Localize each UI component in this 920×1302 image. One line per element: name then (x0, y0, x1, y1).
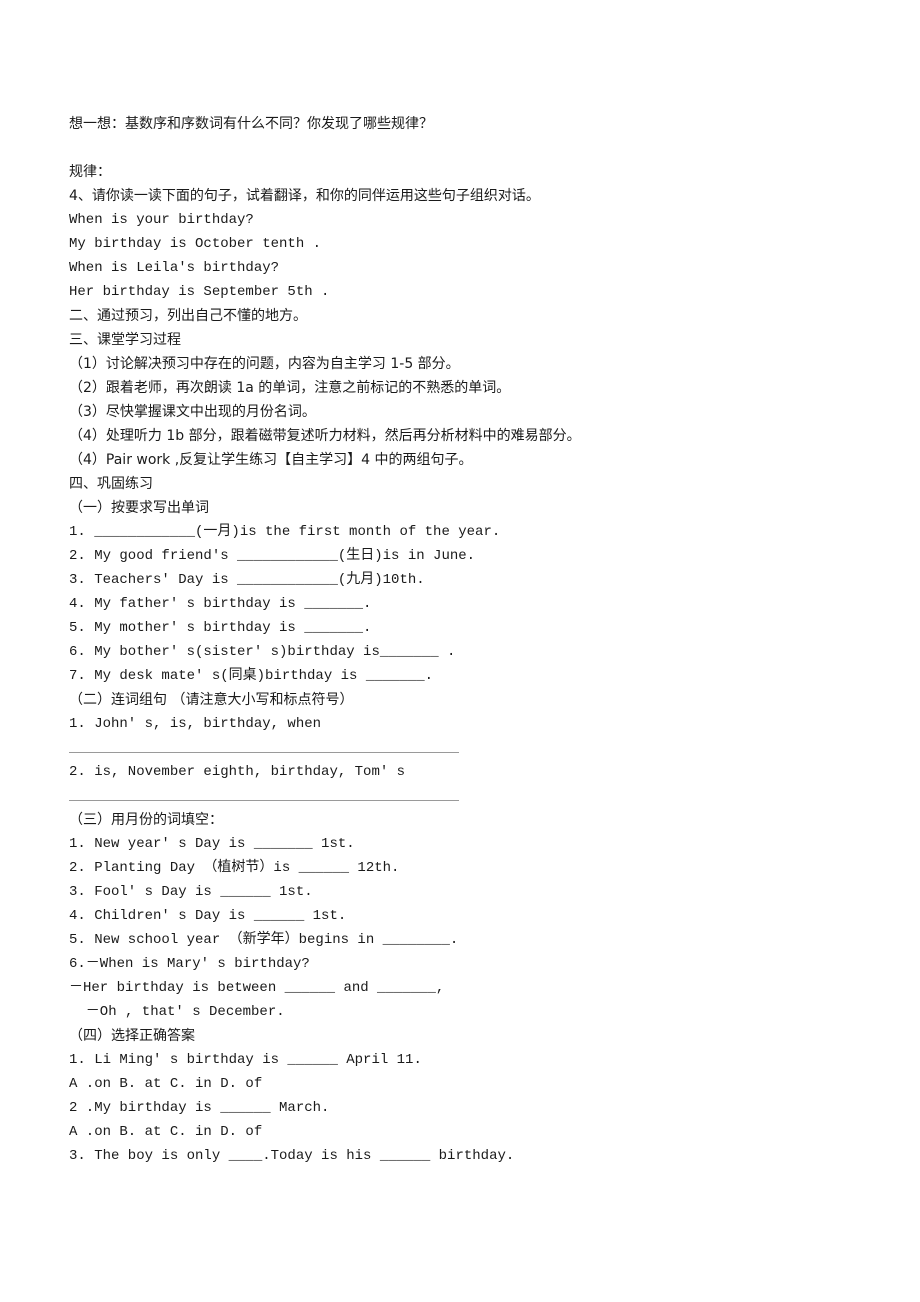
dialog-sentence: My birthday is October tenth . (69, 236, 322, 252)
exercise-item: 2. Planting Day （植树节）is ______ 12th. (69, 860, 400, 876)
exercise-item: 2. My good friend's ____________(生日)is i… (69, 548, 476, 564)
section4-heading: 四、巩固练习 (69, 476, 153, 492)
exercise-item: 2. is, November eighth, birthday, Tom' s (69, 764, 406, 780)
section2-heading: 二、通过预习，列出自己不懂的地方。 (69, 308, 307, 324)
part4-heading: （四）选择正确答案 (69, 1028, 195, 1044)
step-item: （2）跟着老师，再次朗读 1a 的单词，注意之前标记的不熟悉的单词。 (69, 380, 511, 396)
step-item: （1）讨论解决预习中存在的问题，内容为自主学习 1-5 部分。 (69, 356, 460, 372)
think-prompt: 想一想：基数序和序数词有什么不同？你发现了哪些规律？ (69, 116, 433, 132)
exercise-item: 4. My father' s birthday is _______. (69, 596, 372, 612)
exercise-item: －Her birthday is between ______ and ____… (69, 980, 445, 996)
document-page: 想一想：基数序和序数词有什么不同？你发现了哪些规律？ 规律： 4、请你读一读下面… (69, 112, 869, 1168)
exercise-item: 1. Li Ming' s birthday is ______ April 1… (69, 1052, 422, 1068)
exercise-item: 3. The boy is only ____.Today is his ___… (69, 1148, 515, 1164)
exercise-item: 7. My desk mate' s(同桌)birthday is ______… (69, 668, 434, 684)
dialog-sentence: When is Leila's birthday? (69, 260, 280, 276)
exercise-item: 4. Children' s Day is ______ 1st. (69, 908, 347, 924)
answer-options: A .on B. at C. in D. of (69, 1124, 263, 1140)
part3-heading: （三）用月份的词填空： (69, 812, 223, 828)
rule-label: 规律： (69, 164, 111, 180)
exercise-item: 6.－When is Mary' s birthday? (69, 956, 310, 972)
exercise-item: 1. John' s, is, birthday, when (69, 716, 322, 732)
exercise-item: 5. My mother' s birthday is _______. (69, 620, 372, 636)
step-item: （3）尽快掌握课文中出现的月份名词。 (69, 404, 316, 420)
answer-line (69, 784, 869, 808)
dialog-sentence: When is your birthday? (69, 212, 254, 228)
dialog-sentence: Her birthday is September 5th . (69, 284, 330, 300)
exercise-item: 3. Teachers' Day is ____________(九月)10th… (69, 572, 425, 588)
exercise-item: 1. New year' s Day is _______ 1st. (69, 836, 355, 852)
part2-heading: （二）连词组句 （请注意大小写和标点符号） (69, 692, 354, 708)
task4-instruction: 4、请你读一读下面的句子，试着翻译，和你的同伴运用这些句子组织对话。 (69, 188, 540, 204)
answer-line (69, 736, 869, 760)
section3-heading: 三、课堂学习过程 (69, 332, 181, 348)
step-item: （4）处理听力 1b 部分，跟着磁带复述听力材料，然后再分析材料中的难易部分。 (69, 428, 581, 444)
exercise-item: 6. My bother' s(sister' s)birthday is___… (69, 644, 456, 660)
exercise-item: －Oh , that' s December. (69, 1004, 285, 1020)
exercise-item: 5. New school year （新学年）begins in ______… (69, 932, 459, 948)
part1-heading: （一）按要求写出单词 (69, 500, 209, 516)
exercise-item: 3. Fool' s Day is ______ 1st. (69, 884, 313, 900)
step-item: （4）Pair work ,反复让学生练习【自主学习】4 中的两组句子。 (69, 452, 473, 468)
exercise-item: 2 .My birthday is ______ March. (69, 1100, 330, 1116)
answer-options: A .on B. at C. in D. of (69, 1076, 263, 1092)
exercise-item: 1. ____________(一月)is the first month of… (69, 524, 501, 540)
